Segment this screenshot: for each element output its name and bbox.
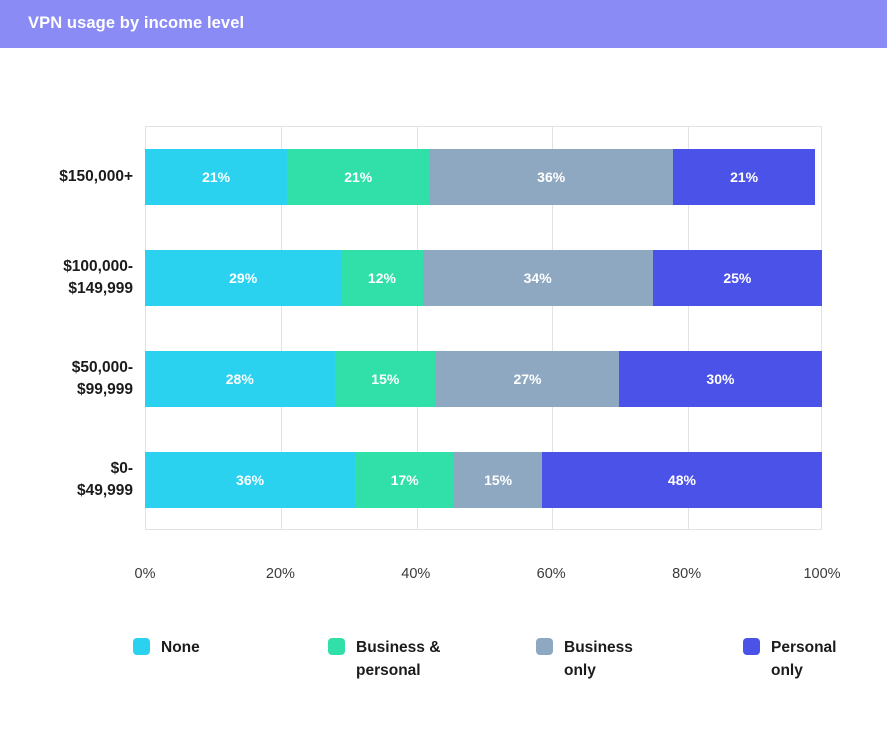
- bar-segment[interactable]: 27%: [436, 350, 619, 407]
- legend-label-line: Personal: [771, 639, 837, 656]
- legend-swatch-icon: [328, 638, 345, 655]
- chart-legend: None Business & personal Business only Person…: [133, 636, 853, 716]
- bar-segment-label: 15%: [484, 471, 513, 488]
- x-axis-tick-label: 80%: [672, 566, 702, 582]
- bar-segment[interactable]: 21%: [673, 148, 816, 205]
- x-axis-tick-label: 40%: [401, 566, 431, 582]
- bar-segment-label: 27%: [513, 370, 542, 387]
- bar-segment-label: 29%: [229, 269, 258, 286]
- legend-item[interactable]: Business & personal: [328, 636, 440, 682]
- legend-label: Business only: [564, 636, 633, 682]
- bar-segment-label: 36%: [236, 471, 265, 488]
- bars-layer: 21% 21% 36% 21% 29% 12% 34% 25% 28% 15% 27% 30% 36% 1…: [145, 126, 822, 530]
- category-label: $50,000- $99,999: [13, 357, 133, 401]
- bar-segment[interactable]: 36%: [429, 148, 674, 205]
- bar-segment-label: 36%: [537, 168, 566, 185]
- category-axis-labels: $150,000+ $100,000- $149,999 $50,000- $99,99…: [12, 126, 133, 530]
- bar-segment[interactable]: 15%: [454, 451, 542, 508]
- bar-segment-label: 21%: [344, 168, 373, 185]
- category-label-line: $0-: [110, 459, 133, 477]
- category-label-line: $99,999: [76, 380, 133, 398]
- x-axis-tick-label: 20%: [265, 566, 295, 582]
- legend-swatch-icon: [536, 638, 553, 655]
- bar-segment[interactable]: 12%: [341, 249, 423, 306]
- bar-segment[interactable]: 30%: [618, 350, 822, 407]
- x-axis-tick-label: 0%: [134, 566, 156, 582]
- legend-label-line: personal: [356, 662, 421, 679]
- bar-segment[interactable]: 34%: [422, 249, 653, 306]
- bar-segment[interactable]: 21%: [145, 148, 288, 205]
- legend-label-line: Business &: [356, 639, 441, 656]
- bar-segment[interactable]: 15%: [334, 350, 437, 407]
- bar-row[interactable]: 29% 12% 34% 25%: [145, 249, 822, 306]
- category-label: $100,000- $149,999: [13, 256, 133, 300]
- bar-segment[interactable]: 17%: [355, 451, 455, 508]
- category-label-line: $149,999: [68, 279, 133, 297]
- bar-segment-label: 21%: [202, 168, 231, 185]
- bar-segment-label: 48%: [667, 471, 696, 488]
- category-label-line: $49,999: [76, 481, 133, 499]
- bar-segment-label: 25%: [723, 269, 752, 286]
- legend-item[interactable]: None: [133, 636, 200, 659]
- chart-page: VPN usage by income level 21% 21% 36% 21% 29…: [0, 0, 887, 750]
- legend-label: Business & personal: [356, 636, 440, 682]
- bar-segment[interactable]: 21%: [287, 148, 430, 205]
- bar-segment-label: 30%: [706, 370, 735, 387]
- bar-segment[interactable]: 25%: [652, 249, 822, 306]
- x-axis-tick-label: 100%: [803, 566, 841, 582]
- bar-segment-label: 15%: [371, 370, 400, 387]
- legend-item[interactable]: Personal only: [743, 636, 836, 682]
- category-label: $0- $49,999: [13, 458, 133, 502]
- header-bar: VPN usage by income level: [0, 0, 887, 48]
- x-axis-tick-label: 60%: [536, 566, 566, 582]
- legend-label: None: [161, 636, 200, 659]
- bar-row[interactable]: 36% 17% 15% 48%: [145, 451, 822, 508]
- bar-segment-label: 28%: [225, 370, 254, 387]
- legend-swatch-icon: [133, 638, 150, 655]
- legend-label-line: Business: [564, 639, 633, 656]
- chart-container: 21% 21% 36% 21% 29% 12% 34% 25% 28% 15% 27% 30% 36% 1…: [0, 48, 887, 750]
- bar-row[interactable]: 21% 21% 36% 21%: [145, 148, 822, 205]
- bar-segment[interactable]: 28%: [145, 350, 335, 407]
- bar-segment-label: 17%: [390, 471, 419, 488]
- bar-segment-label: 12%: [367, 269, 396, 286]
- legend-swatch-icon: [743, 638, 760, 655]
- page-title: VPN usage by income level: [28, 14, 245, 32]
- bar-segment[interactable]: 48%: [541, 451, 822, 508]
- legend-item[interactable]: Business only: [536, 636, 633, 682]
- x-axis-tick-labels: 0% 20% 40% 60% 80% 100%: [135, 566, 841, 590]
- legend-label-line: only: [564, 662, 596, 679]
- legend-label: Personal only: [771, 636, 836, 682]
- category-label-line: $150,000+: [59, 167, 133, 185]
- category-label-line: $100,000-: [63, 257, 133, 275]
- bar-segment-label: 21%: [730, 168, 759, 185]
- bar-segment-label: 34%: [523, 269, 552, 286]
- category-label: $150,000+: [13, 166, 133, 188]
- legend-label-line: only: [771, 662, 803, 679]
- legend-label-line: None: [161, 639, 200, 656]
- bar-row[interactable]: 28% 15% 27% 30%: [145, 350, 822, 407]
- bar-segment[interactable]: 29%: [145, 249, 342, 306]
- bar-segment[interactable]: 36%: [145, 451, 356, 508]
- category-label-line: $50,000-: [71, 358, 133, 376]
